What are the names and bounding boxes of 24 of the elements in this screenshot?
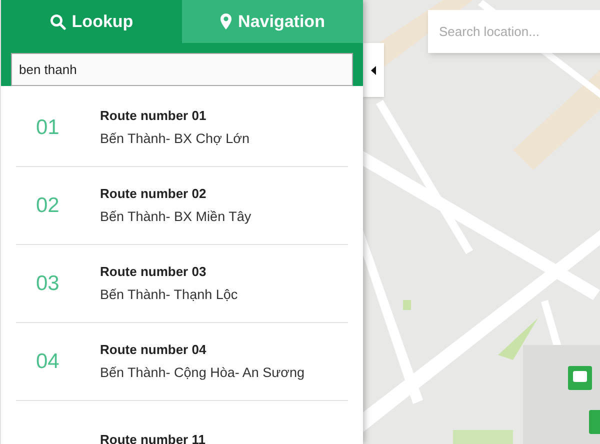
route-title: Route number 11 [100, 430, 206, 444]
search-icon [50, 14, 66, 30]
route-stops: Bến Thành- BX Miền Tây [100, 208, 252, 226]
route-title: Route number 03 [100, 262, 208, 281]
route-search-field[interactable]: ben thanh [11, 53, 353, 86]
route-item[interactable]: Route number 11 [16, 401, 348, 444]
route-number: 02 [36, 194, 60, 217]
route-stops: Bến Thành- Thạnh Lộc [100, 286, 238, 304]
location-search-field[interactable]: Search location... [428, 10, 600, 53]
route-title: Route number 04 [100, 340, 208, 359]
route-title: Route number 02 [100, 184, 208, 203]
route-item[interactable]: 04 Route number 04 Bến Thành- Cộng Hòa- An Sương [16, 323, 348, 401]
route-stops: Bến Thành- BX Chợ Lớn [100, 130, 250, 148]
route-item[interactable]: 01 Route number 01 Bến Thành- BX Chợ Lớn [16, 89, 348, 167]
route-number: 01 [36, 116, 60, 139]
route-number: 04 [36, 350, 60, 373]
route-title: Route number 01 [100, 106, 208, 125]
map-pin-icon [220, 13, 232, 30]
caret-left-icon [371, 66, 376, 74]
route-number: 03 [36, 272, 60, 295]
route-stops: Bến Thành- Cộng Hòa- An Sương [100, 364, 305, 382]
collapse-panel-button[interactable] [363, 43, 384, 97]
route-item[interactable]: 03 Route number 03 Bến Thành- Thạnh Lộc [16, 245, 348, 323]
route-item[interactable]: 02 Route number 02 Bến Thành- BX Miền Tây [16, 167, 348, 245]
